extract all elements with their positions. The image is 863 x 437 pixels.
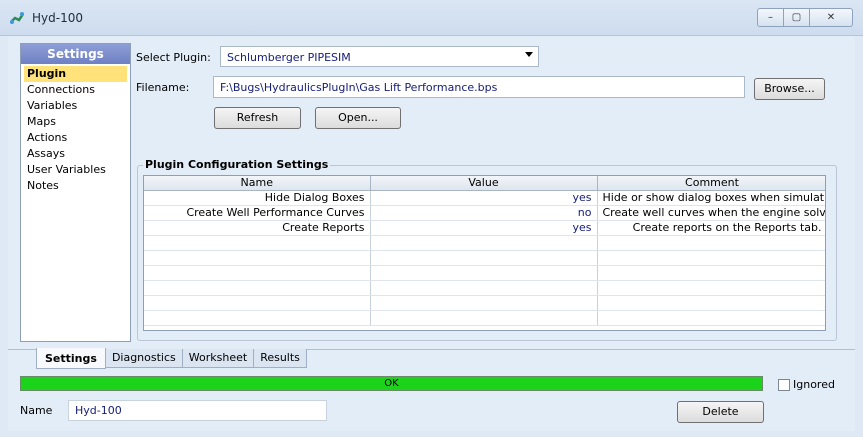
- column-header-name[interactable]: Name: [144, 176, 371, 191]
- cell-value[interactable]: yes: [370, 220, 598, 236]
- cell-value[interactable]: yes: [370, 190, 598, 206]
- select-plugin-label: Select Plugin:: [136, 51, 211, 64]
- restore-button[interactable]: ▢: [783, 8, 810, 27]
- nav-item-variables[interactable]: Variables: [21, 98, 130, 114]
- pipe-segment-icon: [10, 12, 25, 24]
- empty-row: [144, 250, 825, 266]
- group-title: Plugin Configuration Settings: [143, 158, 331, 171]
- plugin-select[interactable]: Schlumberger PIPESIM: [220, 46, 539, 67]
- ignored-checkbox[interactable]: [778, 378, 790, 391]
- table-row[interactable]: Create Well Performance Curves no Create…: [144, 205, 825, 221]
- ignored-checkbox-wrap[interactable]: Ignored: [778, 378, 835, 391]
- delete-button[interactable]: Delete: [677, 401, 764, 423]
- empty-row: [144, 280, 825, 296]
- window-client: Settings Plugin Connections Variables Ma…: [8, 36, 855, 431]
- plugin-select-value: Schlumberger PIPESIM: [227, 51, 351, 64]
- table-row[interactable]: Create Reports yes Create reports on the…: [144, 220, 825, 236]
- nav-item-connections[interactable]: Connections: [21, 82, 130, 98]
- close-button[interactable]: ✕: [809, 8, 853, 27]
- nav-item-notes[interactable]: Notes: [21, 178, 130, 194]
- empty-row: [144, 310, 825, 326]
- nav-header: Settings: [21, 44, 130, 64]
- tab-diagnostics[interactable]: Diagnostics: [104, 349, 183, 368]
- config-grid: Name Value Comment Hide Dialog Boxes yes…: [143, 175, 826, 331]
- tab-settings[interactable]: Settings: [36, 348, 106, 369]
- filename-label: Filename:: [136, 81, 190, 94]
- tab-results[interactable]: Results: [253, 349, 307, 368]
- nav-item-assays[interactable]: Assays: [21, 146, 130, 162]
- cell-name: Hide Dialog Boxes: [144, 190, 371, 206]
- open-button[interactable]: Open...: [315, 107, 401, 129]
- cell-value[interactable]: no: [370, 205, 598, 221]
- tab-strip: Settings Diagnostics Worksheet Results: [36, 348, 307, 369]
- cell-name: Create Reports: [144, 220, 371, 236]
- minimize-button[interactable]: –: [757, 8, 784, 27]
- empty-row: [144, 295, 825, 311]
- filename-input[interactable]: [213, 76, 745, 98]
- chevron-down-icon: [525, 52, 533, 57]
- cell-comment: Create reports on the Reports tab.: [597, 220, 825, 236]
- cell-comment: Hide or show dialog boxes when simulati: [597, 190, 825, 206]
- empty-row: [144, 265, 825, 281]
- plugin-config-group: Plugin Configuration Settings Name Value…: [137, 158, 837, 341]
- status-bar: OK: [20, 376, 763, 391]
- column-header-comment[interactable]: Comment: [597, 176, 825, 191]
- nav-item-actions[interactable]: Actions: [21, 130, 130, 146]
- cell-name: Create Well Performance Curves: [144, 205, 371, 221]
- settings-nav: Settings Plugin Connections Variables Ma…: [20, 43, 131, 342]
- title-bar: Hyd-100 – ▢ ✕: [0, 0, 863, 36]
- nav-item-maps[interactable]: Maps: [21, 114, 130, 130]
- nav-item-plugin[interactable]: Plugin: [24, 66, 127, 82]
- empty-row: [144, 235, 825, 251]
- window-title: Hyd-100: [32, 11, 83, 25]
- cell-comment: Create well curves when the engine solve…: [597, 205, 825, 221]
- name-input[interactable]: [68, 400, 327, 421]
- refresh-button[interactable]: Refresh: [214, 107, 301, 129]
- table-row[interactable]: Hide Dialog Boxes yes Hide or show dialo…: [144, 190, 825, 206]
- nav-item-user-variables[interactable]: User Variables: [21, 162, 130, 178]
- tab-worksheet[interactable]: Worksheet: [181, 349, 255, 368]
- column-header-value[interactable]: Value: [370, 176, 598, 191]
- ignored-label: Ignored: [793, 378, 835, 391]
- name-label: Name: [20, 404, 53, 417]
- browse-button[interactable]: Browse...: [754, 78, 825, 100]
